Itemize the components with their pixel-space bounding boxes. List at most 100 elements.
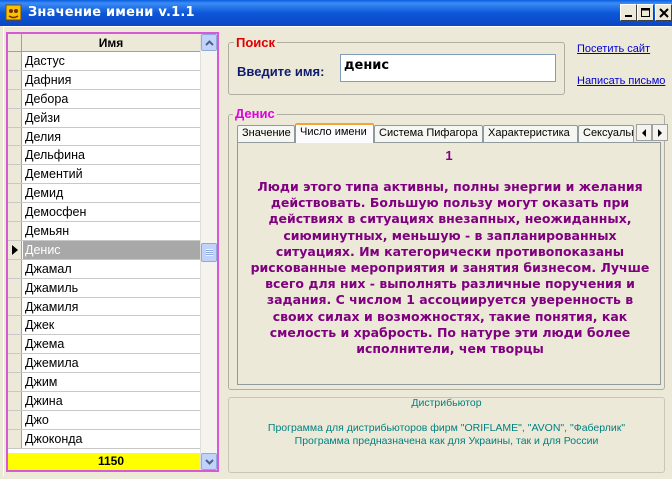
close-button[interactable]: [655, 4, 672, 21]
row-indicator: [8, 89, 22, 108]
scroll-thumb[interactable]: [201, 243, 217, 262]
row-indicator: [8, 278, 22, 297]
result-group: Денис Значение Число имени Система Пифаг…: [228, 106, 668, 390]
row-indicator: [8, 410, 22, 429]
name-cell: Джина: [25, 394, 63, 409]
tab-scroll-arrows: [636, 124, 668, 141]
table-row[interactable]: Джема: [8, 335, 200, 355]
name-cell: Дастус: [25, 54, 65, 68]
tab-sexuality[interactable]: Сексуальность: [578, 125, 634, 142]
row-indicator: [8, 52, 22, 70]
grid-rows: Дастус Дафния Дебора Дейзи Делия Дельфина Деме…: [8, 52, 200, 449]
row-indicator: [8, 259, 22, 278]
table-row[interactable]: Джемила: [8, 354, 200, 374]
scroll-up-button[interactable]: [201, 34, 217, 51]
tab-right-icon: [658, 128, 662, 137]
grid-footer: 1150: [8, 453, 200, 470]
title-bar[interactable]: Значение имени v.1.1: [0, 0, 672, 26]
table-row[interactable]: Дементий: [8, 165, 200, 185]
enter-name-label: Введите имя:: [237, 64, 325, 79]
row-indicator: [8, 316, 22, 335]
row-indicator: [8, 297, 22, 316]
table-row[interactable]: Джина: [8, 392, 200, 411]
visit-site-link[interactable]: Посетить сайт: [577, 43, 650, 55]
info-program-countries: Программа предназначена как для Украины,…: [294, 435, 599, 447]
table-row[interactable]: Джамиля: [8, 297, 200, 317]
table-row[interactable]: Дельфина: [8, 146, 200, 166]
name-cell: Джемила: [25, 356, 79, 371]
column-header-name[interactable]: Имя: [22, 34, 200, 52]
name-cell: Джамиль: [25, 280, 79, 295]
info-program-firms: Программа для дистрибьюторов фирм "ORIFL…: [267, 422, 626, 434]
table-row[interactable]: Джамиль: [8, 278, 200, 298]
tab-meaning[interactable]: Значение: [237, 125, 295, 142]
name-cell: Джек: [25, 318, 55, 333]
name-cell: Джоконда: [25, 431, 83, 446]
row-indicator: [8, 335, 22, 354]
name-search-input[interactable]: денис: [340, 54, 556, 82]
tab-strip: Значение Число имени Система Пифагора Ха…: [237, 123, 668, 143]
search-group: Поиск Введите имя: денис: [228, 35, 565, 95]
minimize-button[interactable]: [620, 4, 637, 21]
names-grid[interactable]: Имя Дастус Дафния Дебора Дейзи Делия Дельфина…: [6, 32, 219, 472]
row-indicator: [8, 354, 22, 373]
name-cell: Дейзи: [25, 110, 61, 125]
table-row[interactable]: Джо: [8, 410, 200, 430]
table-row[interactable]: Денис: [8, 240, 200, 260]
tab-characteristic[interactable]: Характеристика: [483, 125, 578, 142]
window-title: Значение имени v.1.1: [28, 5, 195, 20]
names-count: 1150: [97, 454, 125, 468]
table-row[interactable]: Демосфен: [8, 203, 200, 223]
name-cell: Денис: [25, 242, 61, 257]
row-indicator: [8, 392, 22, 410]
info-panel: Дистрибьютор Программа для дистрибьюторо…: [228, 397, 665, 473]
grid-scrollbar[interactable]: [200, 34, 217, 470]
row-pointer-icon: [8, 240, 22, 259]
row-indicator: [8, 222, 22, 240]
name-cell: Джамиля: [25, 299, 79, 314]
maximize-button[interactable]: [637, 4, 654, 21]
tab-name-number[interactable]: Число имени: [295, 123, 374, 143]
tab-right-button[interactable]: [652, 124, 668, 141]
table-row[interactable]: Дейзи: [8, 108, 200, 128]
row-indicator: [8, 70, 22, 89]
write-letter-link[interactable]: Написать письмо: [577, 75, 669, 87]
tab-pythagoras[interactable]: Система Пифагора: [374, 125, 483, 142]
grid-header: Имя: [8, 34, 200, 52]
tab-left-icon: [642, 128, 646, 137]
row-indicator: [8, 429, 22, 448]
name-cell: Дементий: [25, 167, 83, 182]
table-row[interactable]: Джоконда: [8, 429, 200, 449]
close-icon: [658, 7, 669, 18]
grid-corner: [8, 34, 22, 52]
name-cell: Дельфина: [25, 148, 85, 163]
info-distributor: Дистрибьютор: [411, 397, 482, 409]
name-cell: Дебора: [25, 91, 69, 106]
row-indicator: [8, 146, 22, 165]
table-row[interactable]: Дастус: [8, 52, 200, 71]
search-group-label: Поиск: [234, 35, 278, 50]
table-row[interactable]: Дафния: [8, 70, 200, 90]
row-indicator: [8, 203, 22, 222]
table-row[interactable]: Делия: [8, 127, 200, 147]
name-cell: Джема: [25, 337, 65, 352]
tab-left-button[interactable]: [636, 124, 652, 141]
table-row[interactable]: Джим: [8, 373, 200, 393]
table-row[interactable]: Джамал: [8, 259, 200, 279]
app-icon: [5, 4, 22, 21]
table-row[interactable]: Дебора: [8, 89, 200, 109]
row-indicator: [8, 108, 22, 127]
table-row[interactable]: Джек: [8, 316, 200, 336]
scroll-down-icon: [204, 458, 214, 465]
name-cell: Демосфен: [25, 205, 87, 220]
name-cell: Демид: [25, 186, 64, 201]
name-cell: Джим: [25, 375, 58, 390]
table-row[interactable]: Демьян: [8, 222, 200, 241]
tab-panel: 1 Люди этого типа активны, полны энергии…: [237, 142, 661, 385]
maximize-icon: [640, 7, 650, 17]
scroll-down-button[interactable]: [201, 453, 217, 470]
row-indicator: [8, 373, 22, 392]
table-row[interactable]: Демид: [8, 184, 200, 204]
row-indicator: [8, 184, 22, 203]
scroll-up-icon: [204, 39, 214, 46]
